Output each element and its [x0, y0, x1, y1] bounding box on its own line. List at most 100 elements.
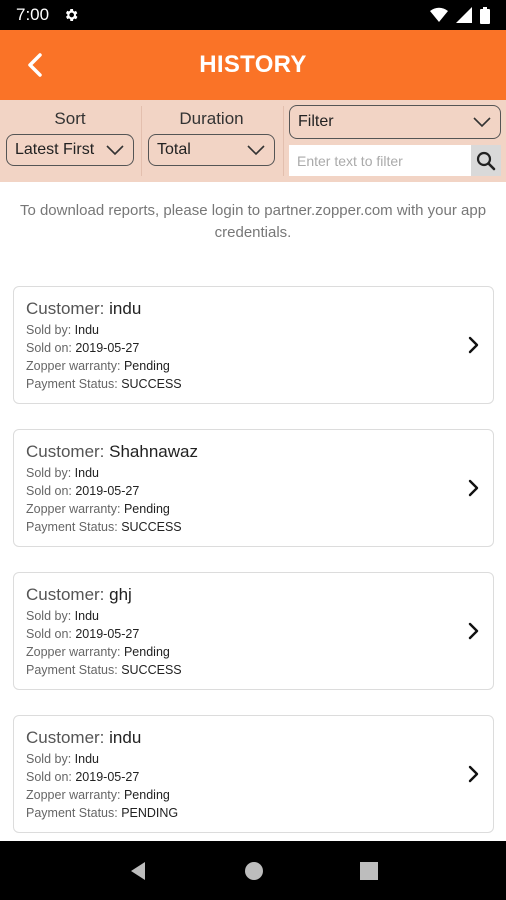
payment-value: PENDING: [121, 806, 179, 820]
warranty-line: Zopper warranty: Pending: [26, 500, 481, 518]
history-card[interactable]: Customer: ghj Sold by: Indu Sold on: 201…: [13, 572, 494, 690]
warranty-label: Zopper warranty:: [26, 645, 124, 659]
payment-value: SUCCESS: [121, 377, 182, 391]
chevron-down-icon: [106, 145, 124, 156]
sold-on-label: Sold on:: [26, 341, 76, 355]
customer-name: Shahnawaz: [109, 442, 198, 461]
customer-line: Customer: indu: [26, 297, 481, 321]
divider: [283, 106, 284, 176]
warranty-value: Pending: [123, 502, 170, 516]
customer-name: indu: [109, 728, 142, 747]
back-button[interactable]: [20, 50, 50, 80]
sold-by-value: Indu: [74, 752, 99, 766]
customer-line: Customer: indu: [26, 726, 481, 750]
warranty-line: Zopper warranty: Pending: [26, 357, 481, 375]
sold-on-line: Sold on: 2019-05-27: [26, 482, 481, 500]
payment-line: Payment Status: SUCCESS: [26, 661, 481, 679]
wifi-icon: [430, 7, 448, 23]
payment-line: Payment Status: SUCCESS: [26, 518, 481, 536]
payment-value: SUCCESS: [121, 520, 182, 534]
payment-label: Payment Status:: [26, 520, 122, 534]
customer-label: Customer:: [26, 442, 110, 461]
duration-value: Total: [157, 141, 191, 158]
sold-by-label: Sold by:: [26, 466, 75, 480]
status-bar: 7:00: [0, 0, 506, 30]
sold-on-line: Sold on: 2019-05-27: [26, 625, 481, 643]
filter-text-input[interactable]: [289, 145, 471, 176]
system-nav-bar: [0, 841, 506, 900]
duration-label: Duration: [179, 109, 244, 128]
status-time: 7:00: [16, 5, 50, 24]
sort-value: Latest First: [15, 141, 95, 158]
sold-by-value: Indu: [74, 466, 99, 480]
filter-value: Filter: [298, 113, 334, 130]
warranty-label: Zopper warranty:: [26, 359, 124, 373]
customer-line: Customer: Shahnawaz: [26, 440, 481, 464]
sold-on-value: 2019-05-27: [75, 770, 140, 784]
sort-dropdown[interactable]: Latest First: [6, 134, 134, 166]
customer-label: Customer:: [26, 585, 110, 604]
sold-by-line: Sold by: Indu: [26, 750, 481, 768]
sort-label: Sort: [54, 109, 86, 128]
customer-label: Customer:: [26, 728, 110, 747]
customer-label: Customer:: [26, 299, 110, 318]
filter-dropdown[interactable]: Filter: [289, 105, 501, 139]
sort-control: Sort Latest First: [6, 108, 134, 166]
history-card[interactable]: Customer: indu Sold by: Indu Sold on: 20…: [13, 715, 494, 833]
nav-back-icon[interactable]: [127, 860, 149, 882]
sold-on-label: Sold on:: [26, 484, 76, 498]
payment-label: Payment Status:: [26, 663, 122, 677]
warranty-line: Zopper warranty: Pending: [26, 643, 481, 661]
sold-by-line: Sold by: Indu: [26, 464, 481, 482]
settings-gear-icon: [66, 9, 78, 21]
sold-on-line: Sold on: 2019-05-27: [26, 768, 481, 786]
sold-on-label: Sold on:: [26, 770, 76, 784]
sold-on-value: 2019-05-27: [75, 627, 140, 641]
sold-by-value: Indu: [74, 609, 99, 623]
chevron-down-icon: [247, 145, 265, 156]
download-info-text: To download reports, please login to par…: [19, 202, 487, 241]
search-button[interactable]: [471, 145, 501, 176]
chevron-down-icon: [473, 117, 491, 128]
nav-home-icon[interactable]: [244, 861, 264, 881]
payment-line: Payment Status: PENDING: [26, 804, 481, 822]
sold-by-line: Sold by: Indu: [26, 321, 481, 339]
duration-control: Duration Total: [148, 108, 275, 166]
sold-on-value: 2019-05-27: [75, 341, 140, 355]
history-card[interactable]: Customer: Shahnawaz Sold by: Indu Sold o…: [13, 429, 494, 547]
page-title: HISTORY: [199, 51, 307, 78]
chevron-right-icon: [468, 765, 479, 783]
chevron-right-icon: [468, 336, 479, 354]
customer-name: ghj: [109, 585, 132, 604]
duration-dropdown[interactable]: Total: [148, 134, 275, 166]
battery-icon: [480, 6, 490, 24]
payment-label: Payment Status:: [26, 377, 122, 391]
app-bar: HISTORY: [0, 30, 506, 100]
chevron-right-icon: [468, 622, 479, 640]
sold-on-label: Sold on:: [26, 627, 76, 641]
history-card[interactable]: Customer: indu Sold by: Indu Sold on: 20…: [13, 286, 494, 404]
payment-label: Payment Status:: [26, 806, 122, 820]
sold-by-value: Indu: [74, 323, 99, 337]
status-icons: [430, 6, 490, 24]
warranty-label: Zopper warranty:: [26, 788, 124, 802]
cellular-signal-icon: [456, 7, 472, 23]
sold-by-label: Sold by:: [26, 752, 75, 766]
sold-by-label: Sold by:: [26, 323, 75, 337]
sold-on-line: Sold on: 2019-05-27: [26, 339, 481, 357]
divider: [141, 106, 142, 176]
sold-on-value: 2019-05-27: [75, 484, 140, 498]
warranty-value: Pending: [123, 645, 170, 659]
search-icon: [476, 151, 496, 170]
payment-value: SUCCESS: [121, 663, 182, 677]
warranty-value: Pending: [123, 788, 170, 802]
warranty-label: Zopper warranty:: [26, 502, 124, 516]
nav-recents-icon[interactable]: [359, 861, 379, 881]
chevron-left-icon: [28, 53, 42, 77]
customer-line: Customer: ghj: [26, 583, 481, 607]
customer-name: indu: [109, 299, 142, 318]
payment-line: Payment Status: SUCCESS: [26, 375, 481, 393]
chevron-right-icon: [468, 479, 479, 497]
filter-controls: Sort Latest First Duration Total Filter: [0, 100, 506, 182]
sold-by-line: Sold by: Indu: [26, 607, 481, 625]
